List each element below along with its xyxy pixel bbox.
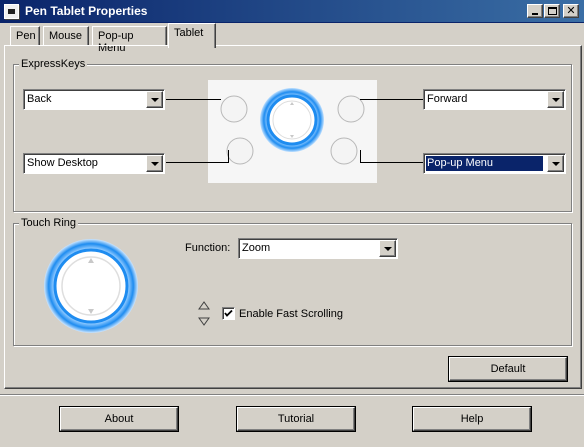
window-title: Pen Tablet Properties bbox=[25, 4, 148, 18]
tablet-illustration bbox=[208, 80, 377, 183]
touch-ring-function-select[interactable]: Zoom bbox=[238, 238, 398, 259]
expresskey-bottom-left-select[interactable]: Show Desktop bbox=[23, 153, 165, 174]
help-button[interactable]: Help bbox=[413, 407, 531, 431]
expresskey-top-right-value: Forward bbox=[427, 93, 468, 105]
tab-popup-menu[interactable]: Pop-up Menu bbox=[92, 26, 167, 54]
expresskeys-group-label: ExpressKeys bbox=[19, 58, 88, 70]
about-button-label: About bbox=[104, 413, 134, 425]
touch-ring-illustration bbox=[43, 238, 139, 334]
default-button-label: Default bbox=[490, 363, 526, 375]
expresskey-top-left-select[interactable]: Back bbox=[23, 89, 165, 110]
tutorial-button[interactable]: Tutorial bbox=[237, 407, 355, 431]
tutorial-button-label: Tutorial bbox=[277, 413, 315, 425]
fast-scrolling-label: Enable Fast Scrolling bbox=[239, 308, 343, 320]
maximize-button[interactable] bbox=[544, 4, 560, 18]
expresskey-top-left-value: Back bbox=[27, 93, 52, 105]
chevron-down-icon[interactable] bbox=[146, 91, 163, 108]
fast-scrolling-checkbox[interactable] bbox=[222, 307, 235, 320]
chevron-down-icon[interactable] bbox=[547, 91, 564, 108]
expresskey-bottom-right-value: Pop-up Menu bbox=[426, 156, 543, 171]
connector-line bbox=[360, 162, 423, 163]
touch-ring-group-label: Touch Ring bbox=[19, 217, 79, 229]
minimize-icon bbox=[532, 13, 538, 15]
checkmark-icon bbox=[224, 309, 233, 317]
chevron-down-icon[interactable] bbox=[146, 155, 163, 172]
maximize-icon bbox=[547, 7, 557, 15]
connector-line bbox=[166, 99, 221, 100]
chevron-down-icon[interactable] bbox=[379, 240, 396, 257]
chevron-down-icon[interactable] bbox=[547, 155, 564, 172]
tab-mouse[interactable]: Mouse bbox=[43, 26, 89, 46]
touch-ring-function-value: Zoom bbox=[242, 242, 271, 254]
help-button-label: Help bbox=[460, 413, 484, 425]
tab-mouse-label: Mouse bbox=[49, 30, 83, 42]
expresskey-bottom-left-value: Show Desktop bbox=[27, 157, 98, 169]
minimize-button[interactable] bbox=[527, 4, 543, 18]
tab-pen[interactable]: Pen bbox=[10, 26, 40, 46]
close-icon: ✕ bbox=[566, 4, 576, 17]
expresskey-top-right-select[interactable]: Forward bbox=[423, 89, 566, 110]
divider bbox=[0, 395, 584, 396]
connector-line bbox=[228, 150, 229, 163]
connector-line bbox=[360, 150, 361, 163]
connector-line bbox=[360, 99, 423, 100]
expresskey-bottom-right-select[interactable]: Pop-up Menu bbox=[423, 153, 566, 174]
close-button[interactable]: ✕ bbox=[563, 4, 579, 18]
function-label: Function: bbox=[185, 242, 231, 254]
tab-pen-label: Pen bbox=[16, 30, 36, 42]
tab-tablet[interactable]: Tablet bbox=[168, 23, 216, 48]
default-button[interactable]: Default bbox=[449, 357, 567, 381]
tab-tablet-label: Tablet bbox=[174, 27, 204, 39]
about-button[interactable]: About bbox=[60, 407, 178, 431]
up-down-arrows-icon bbox=[198, 301, 210, 326]
connector-line bbox=[166, 162, 228, 163]
tablet-icon bbox=[4, 4, 19, 19]
